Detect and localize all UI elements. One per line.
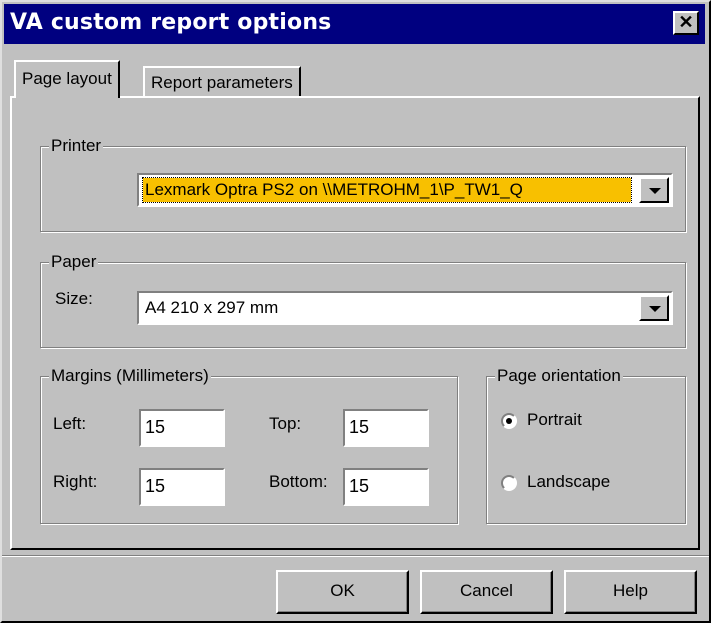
help-button[interactable]: Help — [564, 570, 697, 614]
top-margin-input[interactable]: 15 — [343, 409, 429, 447]
printer-select-value: Lexmark Optra PS2 on \\METROHM_1\P_TW1_Q — [142, 177, 632, 203]
landscape-option[interactable]: Landscape — [501, 471, 671, 495]
tab-label: Page layout — [22, 69, 112, 88]
tab-panel: Printer Lexmark Optra PS2 on \\METROHM_1… — [10, 96, 700, 550]
printer-group-label: Printer — [49, 136, 104, 156]
radio-icon[interactable] — [501, 475, 517, 491]
cancel-button[interactable]: Cancel — [420, 570, 553, 614]
ok-button[interactable]: OK — [276, 570, 409, 614]
chevron-down-icon — [649, 306, 661, 312]
paper-size-value: A4 210 x 297 mm — [145, 298, 279, 317]
tab-label: Report parameters — [151, 73, 293, 92]
printer-dropdown-button[interactable] — [639, 177, 669, 203]
landscape-label: Landscape — [527, 472, 611, 491]
dialog-window: VA custom report options ✕ Page layout R… — [0, 0, 711, 623]
margins-group-label: Margins (Millimeters) — [49, 366, 211, 386]
bottom-margin-input[interactable]: 15 — [343, 468, 429, 506]
radio-selected-dot — [506, 418, 512, 424]
left-margin-label: Left: — [53, 414, 87, 433]
dialog-title: VA custom report options — [10, 10, 332, 35]
paper-group: Paper Size: A4 210 x 297 mm — [40, 252, 686, 348]
radio-icon[interactable] — [501, 413, 517, 429]
close-icon: ✕ — [678, 12, 694, 32]
margins-group: Margins (Millimeters) Left: 15 Top: 15 R… — [40, 366, 458, 524]
paper-size-dropdown-button[interactable] — [639, 295, 669, 321]
paper-size-label: Size: — [55, 289, 93, 308]
top-margin-label: Top: — [269, 414, 302, 433]
bottom-margin-label: Bottom: — [269, 472, 328, 491]
orientation-group-label: Page orientation — [495, 366, 623, 386]
right-margin-input[interactable]: 15 — [139, 468, 225, 506]
tab-report-parameters[interactable]: Report parameters — [143, 66, 301, 96]
right-margin-label: Right: — [53, 472, 98, 491]
orientation-group: Page orientation Portrait Landscape — [486, 366, 686, 524]
chevron-down-icon — [649, 188, 661, 194]
title-bar[interactable]: VA custom report options ✕ — [4, 4, 705, 44]
close-button[interactable]: ✕ — [673, 11, 699, 35]
portrait-option[interactable]: Portrait — [501, 409, 671, 433]
printer-select[interactable]: Lexmark Optra PS2 on \\METROHM_1\P_TW1_Q — [137, 173, 673, 207]
paper-size-select[interactable]: A4 210 x 297 mm — [137, 291, 673, 325]
left-margin-input[interactable]: 15 — [139, 409, 225, 447]
paper-group-label: Paper — [49, 252, 99, 272]
portrait-label: Portrait — [527, 410, 582, 429]
tab-page-layout[interactable]: Page layout — [14, 60, 120, 98]
separator — [2, 555, 709, 557]
printer-group: Printer Lexmark Optra PS2 on \\METROHM_1… — [40, 136, 686, 232]
